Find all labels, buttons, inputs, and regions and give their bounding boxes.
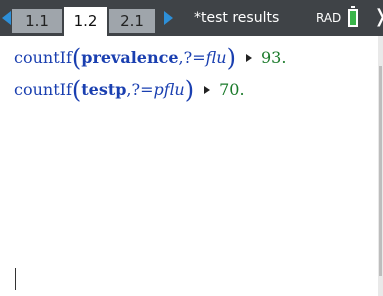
tab-1-2[interactable]: 1.2 [64,7,107,36]
battery-icon [348,6,358,27]
calculator-history[interactable]: countIf(prevalence,?=flu) 93. countIf(tes… [0,36,378,296]
triangle-right-icon[interactable] [164,11,173,25]
close-paren: ) [184,76,195,104]
close-paren: ) [226,44,236,72]
scrollbar[interactable] [378,36,383,296]
result-arrow-icon [204,86,211,94]
history-entry[interactable]: countIf(prevalence,?=flu) 93. [14,44,286,72]
result-arrow-icon [245,54,252,62]
history-entry[interactable]: countIf(testp,?=pflu) 70. [14,76,245,104]
function-name: countIf [14,48,72,67]
close-icon[interactable]: ❭ [373,5,383,29]
document-title: *test results [194,10,280,26]
result-value: 93. [260,48,287,67]
list-argument: testp [81,80,127,99]
tab-2-1[interactable]: 2.1 [109,9,155,33]
tab-1-1[interactable]: 1.1 [12,9,62,33]
function-name: countIf [14,80,72,99]
tab-bar: 1.1 1.2 2.1 *test results RAD ❭ [0,0,383,36]
open-paren: ( [71,44,82,72]
open-paren: ( [71,76,82,104]
battery-fill [350,11,356,25]
angle-mode-indicator: RAD [316,11,342,25]
scrollbar-thumb[interactable] [379,66,382,276]
result-value: 70. [219,80,245,99]
input-cursor[interactable] [15,268,16,290]
condition-prefix: ?= [183,48,206,67]
condition-prefix: ?= [131,80,154,99]
condition-value: flu [205,48,227,67]
list-argument: prevalence [81,48,179,67]
condition-value: pflu [153,80,185,99]
triangle-left-icon[interactable] [2,11,11,25]
calculator-screen: 1.1 1.2 2.1 *test results RAD ❭ countIf(… [0,0,383,296]
